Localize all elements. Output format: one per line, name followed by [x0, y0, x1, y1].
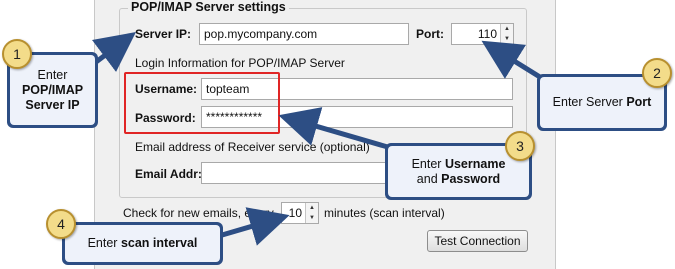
- callout-scan-interval: Enter scan interval: [62, 222, 223, 265]
- callout-2-bold: Port: [626, 95, 652, 109]
- callout-1-line3: Server IP: [25, 97, 80, 112]
- callout-3-mid: and: [416, 171, 442, 186]
- callout-4-bold: scan interval: [120, 236, 198, 250]
- callout-3-pre: Enter: [411, 156, 445, 171]
- callout-4-pre: Enter: [87, 236, 121, 250]
- arrow-3: [278, 107, 399, 153]
- callout-1-line2: POP/IMAP: [21, 82, 84, 97]
- callout-3-bold2: Password: [441, 171, 501, 186]
- callout-2-pre: Enter Server: [552, 95, 627, 109]
- arrow-1: [92, 32, 136, 72]
- callout-1-line1: Enter: [37, 67, 68, 82]
- step-2-badge: 2: [642, 58, 672, 88]
- step-1-badge: 1: [2, 39, 32, 69]
- callout-3-bold1: Username: [444, 156, 506, 171]
- step-3-badge: 3: [505, 131, 535, 161]
- step-4-badge: 4: [46, 209, 76, 239]
